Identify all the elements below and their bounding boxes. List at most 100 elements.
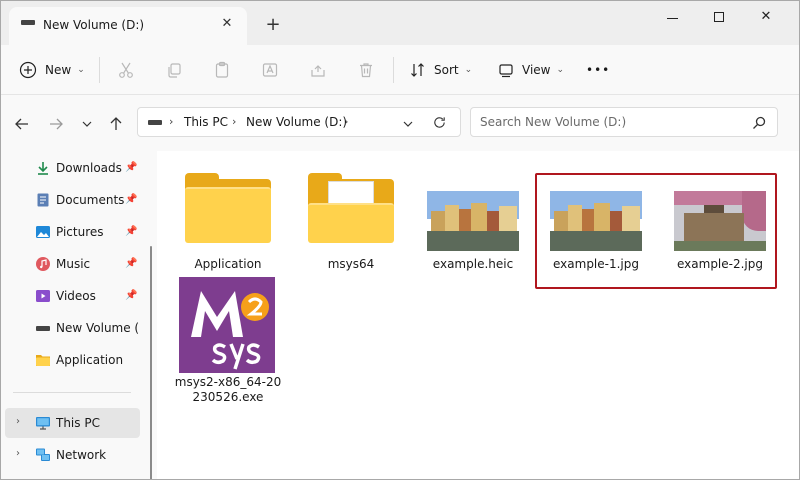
- arrow-left-icon: [15, 118, 28, 130]
- sort-label: Sort: [434, 63, 459, 77]
- file-explorer-window: New Volume (D:) ✕ + ✕ New ⌄ Sort ⌄ View …: [0, 0, 800, 480]
- chevron-right-icon[interactable]: ›: [169, 115, 173, 128]
- drive-icon: [36, 326, 50, 331]
- tab-new-volume[interactable]: New Volume (D:) ✕: [9, 7, 247, 45]
- copy-icon: [163, 59, 185, 81]
- sidebar-item-label: New Volume (D:): [56, 321, 140, 335]
- file-name: example-1.jpg: [553, 257, 639, 271]
- toolbar-divider: [99, 57, 100, 83]
- search-box[interactable]: Search New Volume (D:): [470, 107, 778, 137]
- address-row: › This PC › New Volume (D:) › Search New…: [1, 95, 799, 151]
- address-history-icon[interactable]: [402, 118, 414, 130]
- more-icon: •••: [586, 63, 611, 77]
- sidebar-item-label: Application: [56, 353, 124, 367]
- cut-button[interactable]: [115, 55, 137, 85]
- minimize-button[interactable]: [653, 7, 693, 29]
- sidebar-item-music[interactable]: Music 📌: [1, 249, 141, 279]
- photo-thumbnail: [427, 191, 519, 251]
- sort-button[interactable]: Sort ⌄: [407, 55, 472, 85]
- sidebar-item-label: This PC: [56, 416, 100, 430]
- drive-icon: [21, 20, 35, 25]
- file-item-msys2-installer[interactable]: msys2-x86_64-20 230526.exe: [173, 275, 283, 405]
- pin-icon: 📌: [125, 290, 138, 301]
- new-tab-button[interactable]: +: [263, 15, 283, 35]
- recent-locations-button[interactable]: [76, 113, 98, 135]
- new-button[interactable]: New ⌄: [17, 55, 85, 85]
- file-name: example.heic: [432, 257, 514, 271]
- file-list: Application msys64 example.heic example-…: [157, 151, 799, 479]
- rename-button[interactable]: [259, 55, 281, 85]
- navigation-pane: Downloads 📌 Documents 📌 Pictures 📌 Music…: [1, 151, 147, 479]
- monitor-icon: [36, 417, 50, 430]
- share-icon: [307, 59, 329, 81]
- arrow-up-icon: [110, 117, 122, 130]
- sidebar-item-application[interactable]: Application: [1, 345, 141, 375]
- chevron-down-icon: [82, 121, 92, 127]
- share-button[interactable]: [307, 55, 329, 85]
- new-label: New: [45, 63, 72, 77]
- search-placeholder: Search New Volume (D:): [480, 115, 627, 129]
- folder-icon: [185, 173, 271, 243]
- scrollbar-thumb[interactable]: [150, 246, 152, 479]
- chevron-right-icon[interactable]: ›: [344, 115, 348, 128]
- search-icon: [753, 116, 766, 129]
- breadcrumb-new-volume[interactable]: New Volume (D:): [246, 115, 347, 129]
- close-window-button[interactable]: ✕: [746, 7, 786, 29]
- sidebar-item-pictures[interactable]: Pictures 📌: [1, 217, 141, 247]
- sidebar-item-videos[interactable]: Videos 📌: [1, 281, 141, 311]
- file-item-example-1-jpg[interactable]: example-1.jpg: [541, 171, 651, 275]
- address-bar[interactable]: › This PC › New Volume (D:) ›: [137, 107, 461, 137]
- msys2-logo: [179, 277, 275, 373]
- file-name: msys2-x86_64-20 230526.exe: [174, 375, 282, 404]
- close-icon: ✕: [760, 9, 772, 24]
- forward-button[interactable]: [45, 113, 67, 135]
- view-label: View: [522, 63, 551, 77]
- file-name: Application: [194, 257, 262, 271]
- file-name: example-2.jpg: [677, 257, 763, 271]
- download-icon: [38, 162, 48, 175]
- copy-button[interactable]: [163, 55, 185, 85]
- maximize-icon: [714, 12, 724, 22]
- sidebar-item-downloads[interactable]: Downloads 📌: [1, 153, 141, 183]
- file-item-application[interactable]: Application: [173, 171, 283, 275]
- pin-icon: 📌: [125, 162, 138, 173]
- photo-thumbnail: [674, 191, 766, 251]
- pin-icon: 📌: [125, 194, 138, 205]
- folder-icon: [36, 355, 50, 366]
- file-item-example-heic[interactable]: example.heic: [418, 171, 528, 275]
- minimize-icon: [667, 18, 678, 19]
- view-icon: [495, 59, 517, 81]
- rename-icon: [259, 59, 281, 81]
- chevron-down-icon: ⌄: [464, 65, 473, 75]
- close-tab-icon[interactable]: ✕: [219, 16, 235, 32]
- breadcrumb-this-pc[interactable]: This PC: [184, 115, 228, 129]
- arrow-right-icon: [50, 118, 63, 130]
- file-item-example-2-jpg[interactable]: example-2.jpg: [665, 171, 775, 275]
- pictures-icon: [36, 226, 50, 238]
- clipboard-icon: [211, 59, 233, 81]
- videos-icon: [36, 290, 50, 302]
- refresh-icon[interactable]: [432, 115, 447, 130]
- photo-thumbnail: [550, 191, 642, 251]
- sidebar-item-label: Network: [56, 448, 107, 462]
- sidebar-item-network[interactable]: › Network: [1, 440, 141, 470]
- view-button[interactable]: View ⌄: [495, 55, 564, 85]
- sidebar-item-documents[interactable]: Documents 📌: [1, 185, 141, 215]
- chevron-right-icon[interactable]: ›: [16, 416, 20, 427]
- sort-icon: [407, 59, 429, 81]
- chevron-down-icon: ⌄: [77, 65, 85, 75]
- up-button[interactable]: [105, 113, 127, 135]
- maximize-button[interactable]: [699, 7, 739, 29]
- chevron-right-icon[interactable]: ›: [232, 115, 236, 128]
- toolbar-divider: [393, 57, 394, 83]
- delete-button[interactable]: [355, 55, 377, 85]
- file-item-msys64[interactable]: msys64: [296, 171, 406, 275]
- back-button[interactable]: [11, 113, 33, 135]
- more-options-button[interactable]: •••: [586, 55, 610, 85]
- sidebar-item-new-volume[interactable]: New Volume (D:): [1, 313, 141, 343]
- chevron-down-icon: ⌄: [556, 65, 565, 75]
- sidebar-scrollbar[interactable]: [147, 151, 157, 479]
- paste-button[interactable]: [211, 55, 233, 85]
- sidebar-item-this-pc[interactable]: › This PC: [5, 408, 140, 438]
- chevron-right-icon[interactable]: ›: [16, 448, 20, 459]
